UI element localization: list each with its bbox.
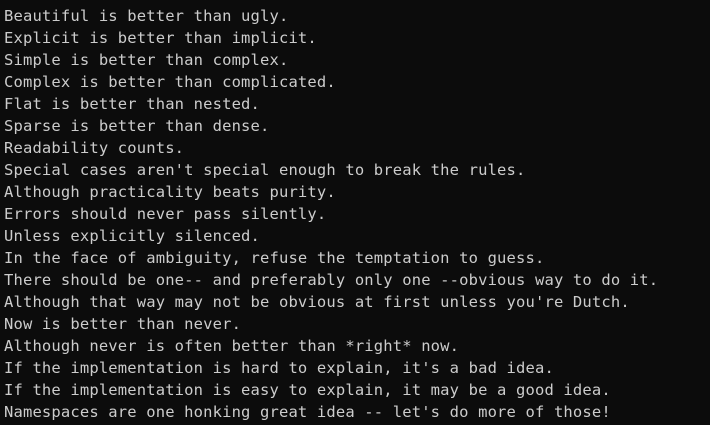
console-line: Beautiful is better than ugly. (4, 7, 289, 25)
console-line: Unless explicitly silenced. (4, 227, 261, 245)
console-line: There should be one-- and preferably onl… (4, 271, 659, 289)
console-line: Although never is often better than *rig… (4, 337, 460, 355)
console-window[interactable]: Beautiful is better than ugly. Explicit … (0, 0, 710, 425)
console-line: Explicit is better than implicit. (4, 29, 317, 47)
console-line: Flat is better than nested. (4, 95, 261, 113)
console-line: If the implementation is easy to explain… (4, 381, 611, 399)
console-line: In the face of ambiguity, refuse the tem… (4, 249, 545, 267)
console-line: Special cases aren't special enough to b… (4, 161, 526, 179)
console-output: Beautiful is better than ugly. Explicit … (4, 5, 658, 423)
console-line: Although that way may not be obvious at … (4, 293, 630, 311)
console-line: Now is better than never. (4, 315, 242, 333)
console-line: Namespaces are one honking great idea --… (4, 403, 611, 421)
console-line: Although practicality beats purity. (4, 183, 336, 201)
console-line: Sparse is better than dense. (4, 117, 270, 135)
console-line: If the implementation is hard to explain… (4, 359, 554, 377)
console-line: Readability counts. (4, 139, 185, 157)
console-line: Errors should never pass silently. (4, 205, 327, 223)
console-line: Complex is better than complicated. (4, 73, 336, 91)
console-line: Simple is better than complex. (4, 51, 289, 69)
